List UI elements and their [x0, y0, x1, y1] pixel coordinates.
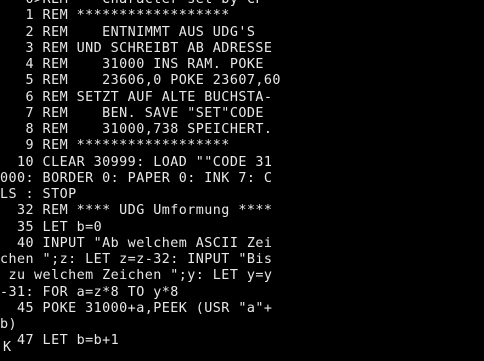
- program-line: 32 REM **** UDG Umformung ****: [0, 203, 273, 219]
- program-line: 10 CLEAR 30999: LOAD ""CODE 31: [0, 154, 273, 170]
- program-line: 0>REM Character set by CP: [0, 0, 281, 8]
- program-line: 6 REM SETZT AUF ALTE BUCHSTA-: [0, 89, 273, 105]
- program-line: 000: BORDER 0: PAPER 0: INK 7: C: [0, 170, 273, 186]
- program-line: 7 REM BEN. SAVE "SET"CODE: [0, 105, 264, 121]
- program-line: chen ";z: LET z=z-32: INPUT "Bis: [0, 252, 273, 267]
- program-line: zu welchem Zeichen ";y: LET y=y: [0, 268, 273, 284]
- program-listing[interactable]: 0>REM Character set by CP 1 REM ********…: [0, 0, 281, 350]
- program-line: 4 REM 31000 INS RAM. POKE: [0, 57, 264, 72]
- basic-editor-screen[interactable]: 0>REM Character set by CP 1 REM ********…: [0, 0, 484, 361]
- program-line: 47 LET b=b+1: [0, 333, 120, 349]
- program-line: 40 INPUT "Ab welchem ASCII Zei: [0, 235, 273, 251]
- program-line: 2 REM ENTNIMMT AUS UDG'S: [0, 24, 256, 40]
- keyword-cursor: K: [3, 340, 12, 355]
- program-line: -31: FOR a=z*8 TO y*8: [0, 284, 179, 300]
- program-line: 35 LET b=0: [0, 219, 103, 235]
- program-line: LS : STOP: [0, 187, 77, 202]
- program-line: 5 REM 23606,0 POKE 23607,60: [0, 73, 281, 89]
- program-line: 45 POKE 31000+a,PEEK (USR "a"+: [0, 300, 273, 316]
- program-line: 9 REM ******************: [0, 138, 230, 154]
- program-line: 1 REM ******************: [0, 8, 230, 24]
- program-line: 8 REM 31000,738 SPEICHERT.: [0, 122, 273, 137]
- program-line: 3 REM UND SCHREIBT AB ADRESSE: [0, 40, 273, 56]
- program-line: b): [0, 317, 18, 332]
- input-line[interactable]: K: [3, 340, 11, 356]
